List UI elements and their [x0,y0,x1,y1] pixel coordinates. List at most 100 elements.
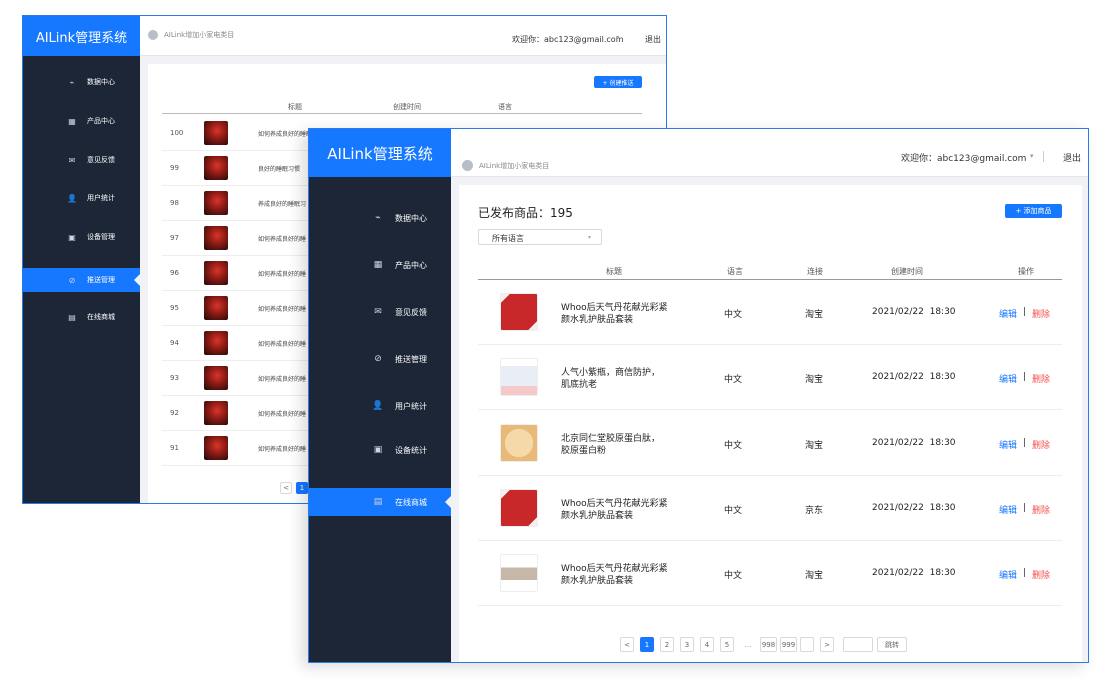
sidebar-item-3[interactable]: 👤 用户统计 [23,190,140,206]
grid-icon: ▦ [373,260,383,270]
caret-down-icon: ▾ [587,234,591,241]
mail-icon: ✉ [68,155,76,165]
image-icon: ▣ [373,445,383,455]
sidebar-item-4[interactable]: 👤 用户统计 [309,397,451,415]
sidebar-item-5[interactable]: ⊘ 推送管理 [23,268,140,292]
sidebar-item-1[interactable]: ▦ 产品中心 [23,113,140,129]
app-brand: AILink管理系统 [309,129,451,177]
pager-page-1[interactable]: 1 [640,637,654,652]
mail-icon: ✉ [374,307,382,317]
delete-link[interactable]: 删除 [1032,438,1050,451]
product-created-time: 2021/02/22 18:30 [872,568,956,579]
table-row: Whoo后天气丹花献光彩紧 颜水乳护肤品套装 中文 淘宝 2021/02/22 18:3… [478,280,1062,345]
sidebar-item-label: 用户统计 [87,194,115,202]
sidebar-item-6[interactable]: ▤ 在线商城 [23,309,140,325]
logout-link[interactable]: 退出 [645,34,661,45]
user-icon: 👤 [67,193,77,203]
breadcrumb: AILink增加小家电类目 [164,31,235,39]
pager-blank-button[interactable] [800,637,814,652]
pager-page-999[interactable]: 999 [780,637,797,652]
sidebar-item-label: 设备管理 [87,233,115,241]
published-count: 已发布商品：195 [478,206,573,220]
sidebar-item-label: 数据中心 [395,213,427,223]
pager-page-998[interactable]: 998 [760,637,777,652]
column-header-channel: 连接 [807,267,823,276]
edit-link[interactable]: 编辑 [999,307,1017,320]
chevron-down-icon[interactable]: ▾ [616,34,619,41]
sidebar-item-0[interactable]: ⌁ 数据中心 [309,209,451,227]
language-select-value: 所有语言 [492,234,524,243]
top-bar-divider [1043,151,1044,162]
sidebar-item-4[interactable]: ▣ 设备管理 [23,229,140,245]
delete-link[interactable]: 删除 [1032,372,1050,385]
sidebar-item-label: 意见反馈 [395,307,427,317]
push-thumbnail [204,296,228,320]
ops-separator: | [1023,307,1027,317]
pager-page-2[interactable]: 2 [660,637,674,652]
user-greeting[interactable]: 欢迎你：abc123@gmail.com [901,151,1026,164]
product-language: 中文 [724,571,743,582]
pager-page-5[interactable]: 5 [720,637,734,652]
create-push-button[interactable]: + 创建推送 [594,76,642,88]
delete-link[interactable]: 删除 [1032,307,1050,320]
sidebar-item-label: 用户统计 [395,401,427,411]
jump-page-input[interactable] [843,637,873,652]
row-id: 96 [170,269,179,277]
product-language: 中文 [724,440,743,451]
pager-page-3[interactable]: 3 [680,637,694,652]
push-thumbnail [204,401,228,425]
logout-link[interactable]: 退出 [1063,151,1081,164]
row-id: 99 [170,164,179,172]
column-header-language: 语言 [498,103,512,111]
sidebar-item-0[interactable]: ⌁ 数据中心 [23,74,140,90]
product-thumbnail [500,488,538,527]
delete-link[interactable]: 删除 [1032,568,1050,581]
pager-page-4[interactable]: 4 [700,637,714,652]
edit-link[interactable]: 编辑 [999,438,1017,451]
column-header-created: 创建时间 [393,103,421,111]
row-title: 养成良好的睡眠习 [258,201,307,208]
push-thumbnail [204,226,228,250]
pager-prev-button[interactable]: < [620,637,634,652]
top-bar: AILink增加小家电类目 欢迎你：abc123@gmail.com ▾ 退出 [140,16,666,56]
pager-ellipsis: ... [744,640,752,649]
breadcrumb: AILink增加小家电类目 [479,162,550,170]
row-id: 97 [170,234,179,242]
product-created-time: 2021/02/22 18:30 [872,502,956,513]
ops-separator: | [1023,437,1027,448]
sidebar-item-label: 推送管理 [87,276,115,284]
product-title-line2: 颜水乳护肤品套装 [561,315,634,325]
chart-icon: ⌁ [69,77,75,87]
pager-next-button[interactable]: > [820,637,834,652]
edit-link[interactable]: 编辑 [999,568,1017,581]
user-greeting[interactable]: 欢迎你：abc123@gmail.com [512,34,624,45]
chart-icon: ⌁ [375,213,381,223]
ops-separator: | [1023,502,1027,513]
product-channel: 淘宝 [805,571,824,582]
push-thumbnail [204,191,228,215]
edit-link[interactable]: 编辑 [999,372,1017,385]
language-select[interactable]: 所有语言 ▾ [478,229,602,245]
compass-icon: ⊘ [374,354,382,364]
row-id: 91 [170,444,179,452]
sidebar-item-3[interactable]: ⊘ 推送管理 [309,350,451,368]
sidebar-item-2[interactable]: ✉ 意见反馈 [309,303,451,321]
sidebar-item-5[interactable]: ▣ 设备统计 [309,441,451,459]
edit-link[interactable]: 编辑 [999,503,1017,516]
user-icon: 👤 [372,401,384,411]
compass-icon: ⊘ [68,275,76,285]
add-product-button[interactable]: + 添加商品 [1005,204,1062,218]
chevron-down-icon[interactable]: ▾ [1030,152,1034,160]
delete-link[interactable]: 删除 [1032,503,1050,516]
sidebar-item-1[interactable]: ▦ 产品中心 [309,256,451,274]
column-header-title: 标题 [288,103,302,111]
product-channel: 淘宝 [805,440,824,451]
sidebar-item-6[interactable]: ▤ 在线商城 [309,488,451,516]
sidebar-item-2[interactable]: ✉ 意见反馈 [23,152,140,168]
product-thumbnail [500,423,538,462]
product-thumbnail [500,358,538,397]
jump-button[interactable]: 跳转 [877,637,907,652]
pager-prev-button[interactable]: < [280,482,292,494]
active-indicator [445,496,451,508]
pager-page-1[interactable]: 1 [296,482,308,494]
